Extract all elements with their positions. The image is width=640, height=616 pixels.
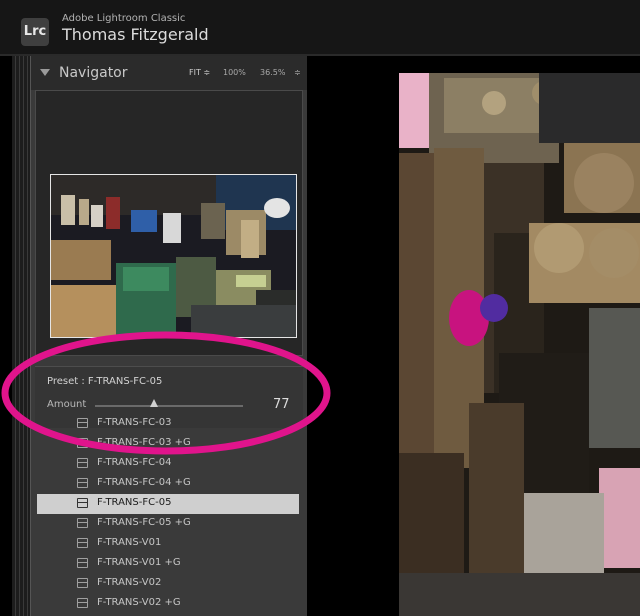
preset-item[interactable]: F-TRANS-FC-05 — [37, 494, 299, 514]
zoom-fit-button[interactable]: FIT ≑ — [189, 68, 210, 77]
catalog-name: Thomas Fitzgerald — [62, 25, 209, 44]
preset-list-icon — [77, 598, 88, 608]
navigator-header[interactable]: Navigator FIT ≑ 100% 36.5% ≑ — [31, 56, 307, 90]
preset-item-label: F-TRANS-FC-03 +G — [97, 437, 191, 448]
preset-item-label: F-TRANS-V01 — [97, 537, 162, 548]
amount-slider-track[interactable] — [95, 405, 243, 407]
preset-item-label: F-TRANS-V01 +G — [97, 557, 181, 568]
preset-item[interactable]: F-TRANS-V01 +G — [37, 554, 299, 574]
preset-list-icon — [77, 418, 88, 428]
preset-list-icon — [77, 578, 88, 588]
preset-item[interactable]: F-TRANS-FC-04 — [37, 454, 299, 474]
zoom-menu-icon[interactable]: ≑ — [294, 68, 301, 77]
top-bar: Lrc Adobe Lightroom Classic Thomas Fitzg… — [0, 0, 640, 54]
lrc-logo: Lrc — [21, 18, 49, 46]
left-panel: Navigator FIT ≑ 100% 36.5% ≑ Preset: F-… — [30, 56, 307, 616]
preset-list-icon — [77, 458, 88, 468]
zoom-100-button[interactable]: 100% — [223, 68, 246, 77]
preset-item[interactable]: F-TRANS-V02 — [37, 574, 299, 594]
main-photo-view[interactable] — [399, 73, 640, 616]
preset-item-label: F-TRANS-V02 +G — [97, 597, 181, 608]
preset-list-icon — [77, 498, 88, 508]
panel-edge — [12, 56, 30, 616]
preset-list-icon — [77, 518, 88, 528]
preset-list-icon — [77, 478, 88, 488]
preset-name-label: Preset : F-TRANS-FC-05 — [47, 376, 163, 387]
app-name: Adobe Lightroom Classic — [62, 13, 186, 24]
amount-value[interactable]: 77 — [273, 397, 290, 412]
navigator-title: Navigator — [59, 65, 128, 81]
preset-item[interactable]: F-TRANS-FC-03 +G — [37, 434, 299, 454]
triangle-down-icon[interactable] — [40, 69, 50, 76]
preset-list-icon — [77, 538, 88, 548]
preset-item-label: F-TRANS-FC-03 — [97, 417, 172, 428]
preset-item[interactable]: F-TRANS-FC-04 +G — [37, 474, 299, 494]
preset-item-label: F-TRANS-V02 — [97, 577, 162, 588]
preset-list-icon — [77, 438, 88, 448]
preset-item-label: F-TRANS-FC-04 — [97, 457, 172, 468]
preset-item-label: F-TRANS-FC-04 +G — [97, 477, 191, 488]
amount-label: Amount — [47, 399, 87, 410]
navigator-thumbnail[interactable] — [50, 174, 297, 338]
amount-slider-handle[interactable] — [150, 399, 159, 407]
zoom-custom-button[interactable]: 36.5% — [260, 68, 285, 77]
preset-item[interactable]: F-TRANS-V02 +G — [37, 594, 299, 614]
preset-item[interactable]: F-TRANS-FC-03 — [37, 414, 299, 434]
navigator-preview-area[interactable] — [35, 90, 303, 356]
preset-item-label: F-TRANS-FC-05 +G — [97, 517, 191, 528]
preset-item-label: F-TRANS-FC-05 — [97, 497, 172, 508]
preset-item[interactable]: F-TRANS-FC-05 +G — [37, 514, 299, 534]
preset-item[interactable]: F-TRANS-V01 — [37, 534, 299, 554]
preset-list-icon — [77, 558, 88, 568]
